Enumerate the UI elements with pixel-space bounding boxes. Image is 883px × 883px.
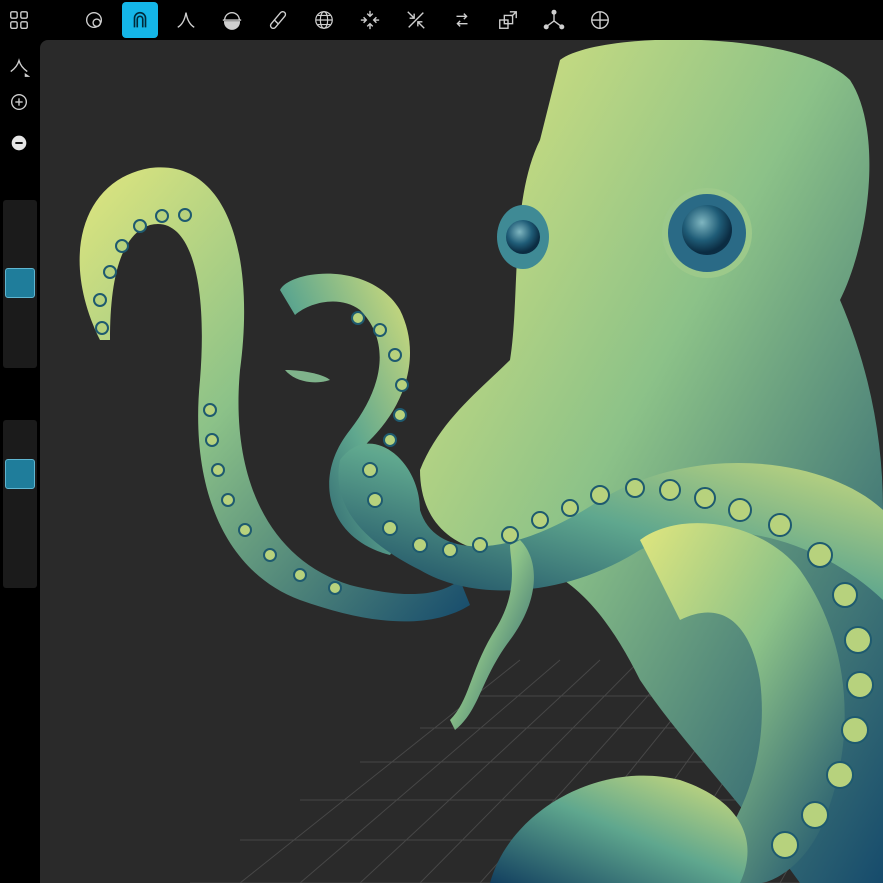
transform-tool-button[interactable] xyxy=(490,2,526,38)
pinch-tool-button[interactable] xyxy=(352,2,388,38)
gizmo-tool-button[interactable] xyxy=(536,2,572,38)
radius-slider-handle[interactable] xyxy=(5,268,35,298)
radius-slider[interactable] xyxy=(3,200,37,368)
move-tool-button[interactable] xyxy=(444,2,480,38)
zoom-out-button[interactable] xyxy=(4,128,34,158)
curve-tool-button[interactable] xyxy=(4,52,34,82)
brush-stick-icon xyxy=(269,10,287,30)
gizmo-icon xyxy=(543,9,565,30)
crease-tool-icon xyxy=(177,12,195,28)
apps-grid-button[interactable] xyxy=(1,2,37,38)
transform-icon xyxy=(499,11,517,29)
globe-icon xyxy=(591,11,609,29)
sphere-grid-icon xyxy=(315,11,333,29)
layers-tool-button[interactable] xyxy=(76,2,112,38)
crease-tool-button[interactable] xyxy=(168,2,204,38)
intensity-slider[interactable] xyxy=(3,420,37,588)
zoom-in-button[interactable] xyxy=(4,87,34,117)
zoom-in-icon xyxy=(10,93,28,111)
sculpt-scene xyxy=(79,40,883,883)
diagonal-pinch-icon xyxy=(407,11,425,29)
flatten-tool-button[interactable] xyxy=(214,2,250,38)
clay-tool-button[interactable] xyxy=(122,2,158,38)
zoom-out-icon xyxy=(11,135,27,151)
flatten-tool-icon xyxy=(222,12,242,30)
intensity-slider-handle[interactable] xyxy=(5,459,35,489)
pinch-in-icon xyxy=(360,10,380,30)
clay-tool-icon xyxy=(133,11,147,28)
top-toolbar xyxy=(0,0,883,40)
blob-tool-icon xyxy=(85,11,103,29)
pinch-out-tool-button[interactable] xyxy=(398,2,434,38)
3d-viewport[interactable] xyxy=(40,40,883,883)
left-sidebar xyxy=(0,40,40,883)
scene-tool-button[interactable] xyxy=(582,2,618,38)
octopus-model xyxy=(79,40,883,883)
brush-tool-button[interactable] xyxy=(260,2,296,38)
move-arrows-icon xyxy=(456,13,468,27)
sphere-tool-button[interactable] xyxy=(306,2,342,38)
curve-tool-icon xyxy=(10,58,30,77)
apps-grid-icon xyxy=(10,11,28,29)
